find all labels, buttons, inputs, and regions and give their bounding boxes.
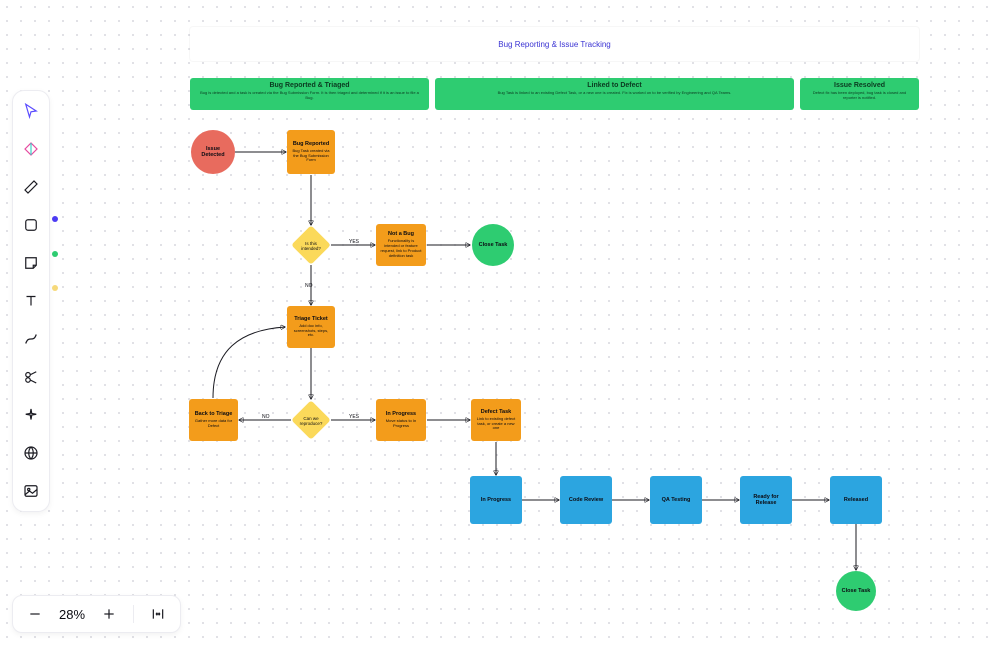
diagram-title: Bug Reporting & Issue Tracking: [190, 27, 919, 61]
node-triage-ticket[interactable]: Triage Ticket Add doc info, screenshots,…: [287, 306, 335, 348]
node-released[interactable]: Released: [830, 476, 882, 524]
zoom-out-button[interactable]: [27, 606, 43, 622]
label-yes-1: YES: [349, 239, 359, 245]
pen-color-dot: [52, 216, 58, 222]
toolbar: [12, 90, 50, 512]
node-close-task-1[interactable]: Close Task: [472, 224, 514, 266]
node-bug-reported[interactable]: Bug Reported Bug Task created via the Bu…: [287, 130, 335, 174]
sticky-note-tool[interactable]: [19, 251, 43, 275]
pointer-tool[interactable]: [19, 99, 43, 123]
node-back-to-triage[interactable]: Back to Triage Gather more data for Defe…: [189, 399, 238, 441]
shape-color-dot: [52, 251, 58, 257]
zoom-bar: 28%: [12, 595, 181, 633]
text-tool[interactable]: [19, 289, 43, 313]
shape-tool[interactable]: [19, 213, 43, 237]
node-qa-testing[interactable]: QA Testing: [650, 476, 702, 524]
node-ready-release[interactable]: Ready for Release: [740, 476, 792, 524]
node-defect-task[interactable]: Defect Task Link to existing defect task…: [471, 399, 521, 441]
node-not-a-bug[interactable]: Not a Bug Functionality is intended or f…: [376, 224, 426, 266]
label-yes-2: YES: [349, 414, 359, 420]
pen-tool[interactable]: [19, 175, 43, 199]
label-no-2: NO: [262, 414, 270, 420]
sticky-color-dot: [52, 285, 58, 291]
canvas[interactable]: Bug Reporting & Issue Tracking Bug Repor…: [0, 0, 1000, 645]
node-is-intended[interactable]: Is this intended?: [291, 225, 331, 265]
phase-linked: Linked to Defect Bug Task is linked to a…: [435, 78, 794, 110]
phase-triage: Bug Reported & Triaged Bug is detected a…: [190, 78, 429, 110]
label-no-1: NO: [305, 283, 313, 289]
ai-assist-tool[interactable]: [19, 137, 43, 161]
node-in-progress-2[interactable]: In Progress: [470, 476, 522, 524]
zoom-value[interactable]: 28%: [59, 607, 85, 622]
node-reproduce[interactable]: Can we reproduce?: [291, 400, 331, 440]
node-in-progress-1[interactable]: In Progress Move status to In Progress: [376, 399, 426, 441]
connector-tool[interactable]: [19, 327, 43, 351]
embed-tool[interactable]: [19, 441, 43, 465]
fit-view-button[interactable]: [150, 606, 166, 622]
node-issue-detected[interactable]: Issue Detected: [191, 130, 235, 174]
phase-resolved: Issue Resolved Defect fix has been deplo…: [800, 78, 919, 110]
zoom-in-button[interactable]: [101, 606, 117, 622]
node-close-task-2[interactable]: Close Task: [836, 571, 876, 611]
image-tool[interactable]: [19, 479, 43, 503]
magic-tool[interactable]: [19, 403, 43, 427]
section-tool[interactable]: [19, 365, 43, 389]
node-code-review[interactable]: Code Review: [560, 476, 612, 524]
